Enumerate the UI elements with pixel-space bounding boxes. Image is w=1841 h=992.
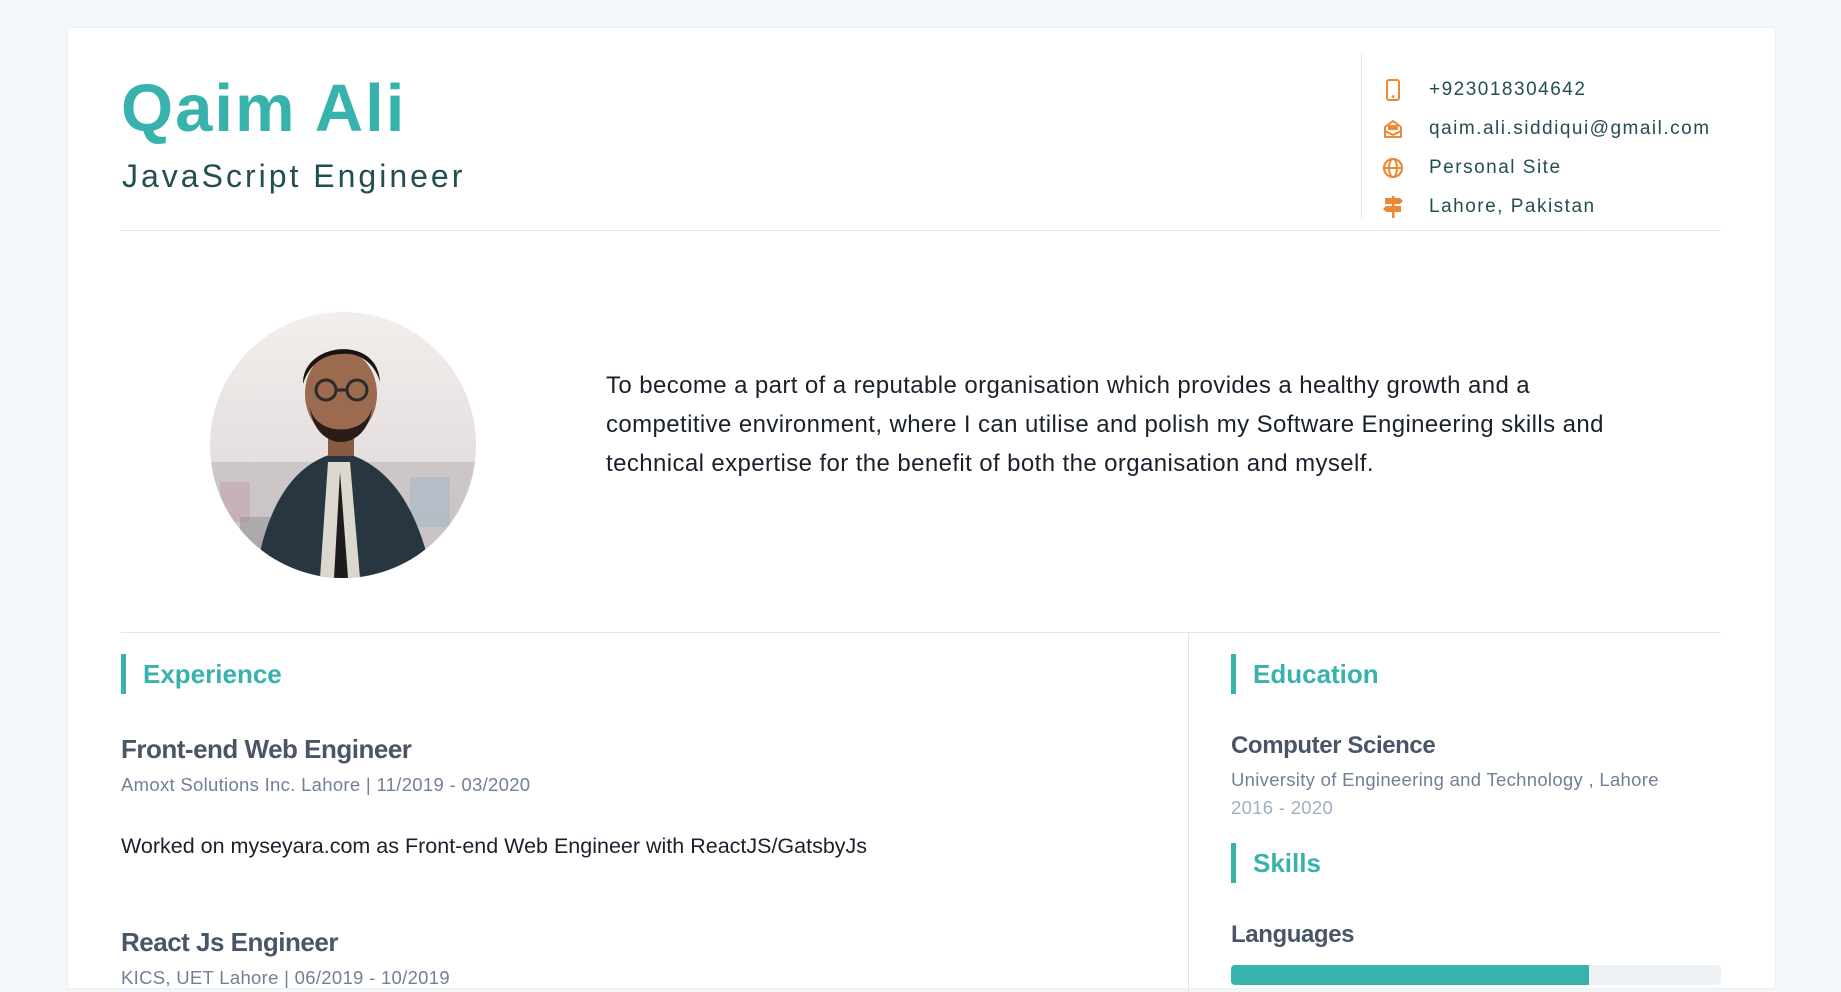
education-school: University of Engineering and Technology… <box>1231 769 1659 790</box>
job-title: Front-end Web Engineer <box>121 734 412 764</box>
contact-site-text: Personal Site <box>1429 157 1562 178</box>
job-meta: Amoxt Solutions Inc. Lahore | 11/2019 - … <box>121 774 531 795</box>
skills-heading: Skills <box>1231 843 1321 883</box>
career-summary: To become a part of a reputable organisa… <box>606 372 1604 477</box>
candidate-role: JavaScript Engineer <box>122 158 466 194</box>
contact-location: Lahore, Pakistan <box>1382 192 1596 222</box>
skill-level-bar <box>1231 965 1721 985</box>
envelope-icon <box>1382 118 1404 140</box>
education-degree: Computer Science <box>1231 732 1436 759</box>
job-meta: KICS, UET Lahore | 06/2019 - 10/2019 <box>121 967 450 988</box>
globe-icon <box>1382 157 1404 179</box>
resume-card: Qaim Ali JavaScript Engineer +9230183046… <box>67 27 1776 992</box>
education-heading: Education <box>1231 654 1379 694</box>
contact-email-text: qaim.ali.siddiqui@gmail.com <box>1429 118 1711 139</box>
skill-category: Languages <box>1231 921 1355 948</box>
contact-list: +923018304642 qaim.ali.siddiqui@gmail.co… <box>1361 53 1722 218</box>
resume-header: Qaim Ali JavaScript Engineer +9230183046… <box>121 28 1721 231</box>
about-section: To become a part of a reputable organisa… <box>121 230 1721 633</box>
experience-heading: Experience <box>121 654 282 694</box>
job-description: Worked on myseyara.com as Front-end Web … <box>121 834 868 858</box>
education-years: 2016 - 2020 <box>1231 797 1334 818</box>
signpost-icon <box>1382 196 1404 218</box>
column-divider <box>1188 632 1189 992</box>
contact-site[interactable]: Personal Site <box>1382 153 1562 183</box>
contact-phone[interactable]: +923018304642 <box>1382 75 1586 105</box>
contact-email[interactable]: qaim.ali.siddiqui@gmail.com <box>1382 114 1711 144</box>
candidate-name: Qaim Ali <box>121 71 407 146</box>
mobile-phone-icon <box>1382 79 1404 101</box>
job-title: React Js Engineer <box>121 927 338 957</box>
profile-photo <box>210 312 476 578</box>
skill-level-fill <box>1231 965 1589 985</box>
contact-phone-text: +923018304642 <box>1429 79 1587 100</box>
contact-location-text: Lahore, Pakistan <box>1429 196 1596 217</box>
